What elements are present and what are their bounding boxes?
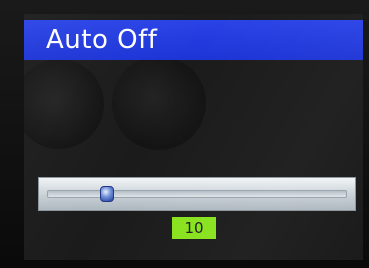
- lcd-screen: Auto Off 10: [24, 14, 363, 260]
- slider-value: 10: [172, 217, 216, 239]
- page-title: Auto Off: [46, 25, 158, 55]
- title-bar: Auto Off: [24, 20, 363, 60]
- lens-reflection: [24, 59, 104, 149]
- auto-off-slider[interactable]: [38, 177, 356, 211]
- slider-thumb[interactable]: [100, 186, 114, 202]
- slider-value-text: 10: [184, 219, 204, 237]
- lens-reflection: [112, 56, 206, 150]
- slider-groove: [47, 190, 347, 198]
